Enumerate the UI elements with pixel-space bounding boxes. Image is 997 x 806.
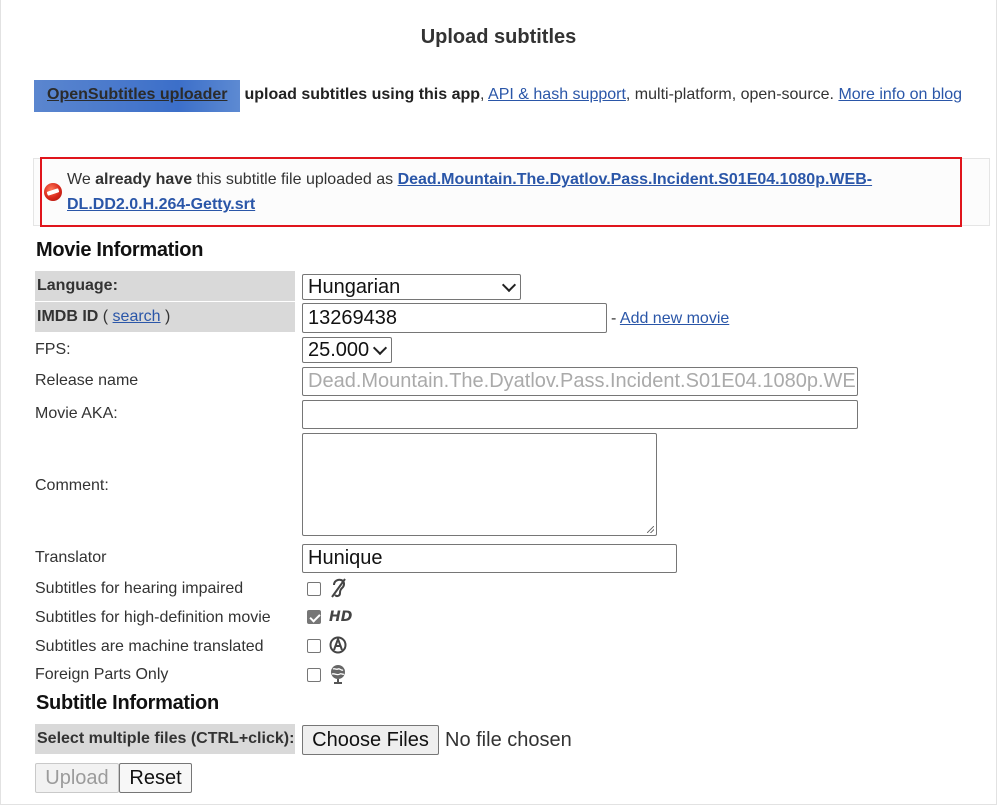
no-file-chosen-text: No file chosen	[445, 729, 572, 751]
comment-label: Comment:	[35, 477, 109, 494]
api-hash-link[interactable]: API & hash support	[488, 86, 626, 103]
alert-bold: already have	[95, 171, 193, 188]
language-select[interactable]: Hungarian	[302, 274, 521, 300]
alert-message: We already have this subtitle file uploa…	[67, 167, 947, 217]
intro-sep: ,	[480, 86, 489, 103]
translator-input[interactable]: Hunique	[302, 544, 677, 573]
hd-icon: HD	[329, 609, 352, 625]
imdb-id-input[interactable]: 13269438	[302, 303, 607, 333]
comment-textarea[interactable]	[302, 433, 657, 536]
intro-mid: , multi-platform, open-source.	[625, 86, 839, 103]
foreign-parts-label: Foreign Parts Only	[35, 666, 169, 683]
machine-translated-checkbox[interactable]	[307, 639, 321, 653]
upload-button[interactable]: Upload	[35, 763, 119, 793]
page-title: Upload subtitles	[420, 26, 577, 48]
language-value: Hungarian	[308, 276, 401, 298]
imdb-label: IMDB ID ( search )	[35, 302, 295, 332]
language-label: Language:	[35, 271, 295, 301]
opensubtitles-uploader-link[interactable]: OpenSubtitles uploader	[47, 86, 227, 103]
intro-text: OpenSubtitles uploader upload subtitles u…	[34, 80, 979, 112]
svg-text:HD: HD	[329, 609, 352, 625]
hearing-impaired-label: Subtitles for hearing impaired	[35, 580, 244, 597]
resize-grip-icon[interactable]	[647, 526, 654, 533]
release-name-input[interactable]: Dead.Mountain.The.Dyatlov.Pass.Incident.…	[302, 367, 858, 396]
add-movie-wrap: - Add new movie	[611, 310, 729, 328]
hearing-impaired-icon	[331, 578, 346, 598]
chevron-down-icon	[372, 340, 388, 356]
hearing-impaired-checkbox[interactable]	[307, 582, 321, 596]
imdb-label-text: IMDB ID	[37, 308, 99, 325]
translator-label: Translator	[35, 549, 107, 566]
fps-label: FPS:	[35, 341, 71, 358]
alert-middle: this subtitle file uploaded as	[192, 171, 398, 188]
movie-aka-label: Movie AKA:	[35, 405, 118, 422]
choose-files-button[interactable]: Choose Files	[302, 725, 439, 755]
movie-info-heading: Movie Information	[36, 239, 204, 261]
reset-button[interactable]: Reset	[119, 763, 192, 793]
release-name-label: Release name	[35, 372, 139, 389]
imdb-search-link[interactable]: search	[113, 308, 161, 325]
hd-label: Subtitles for high-definition movie	[35, 609, 271, 626]
error-stop-icon	[44, 183, 62, 201]
more-info-link[interactable]: More info on blog	[838, 86, 962, 103]
app-badge: OpenSubtitles uploader	[34, 80, 241, 112]
hd-checkbox[interactable]	[307, 610, 321, 624]
imdb-paren-open: (	[98, 308, 113, 325]
alert-prefix: We	[67, 171, 96, 188]
fps-value: 25.000	[308, 339, 370, 361]
foreign-parts-checkbox[interactable]	[307, 668, 321, 682]
select-files-label: Select multiple files (CTRL+click):	[35, 724, 295, 754]
machine-translated-icon	[329, 636, 347, 654]
globe-icon	[331, 665, 345, 684]
machine-translated-label: Subtitles are machine translated	[35, 638, 264, 655]
movie-aka-input[interactable]	[302, 400, 858, 429]
add-movie-sep: -	[611, 310, 620, 327]
add-new-movie-link[interactable]: Add new movie	[620, 310, 729, 327]
imdb-paren-close: )	[160, 308, 171, 325]
duplicate-alert: We already have this subtitle file uploa…	[40, 157, 962, 227]
subtitle-info-heading: Subtitle Information	[36, 692, 219, 714]
chevron-down-icon	[501, 277, 517, 293]
intro-bold: upload subtitles using this app	[244, 86, 481, 103]
fps-select[interactable]: 25.000	[302, 337, 392, 363]
